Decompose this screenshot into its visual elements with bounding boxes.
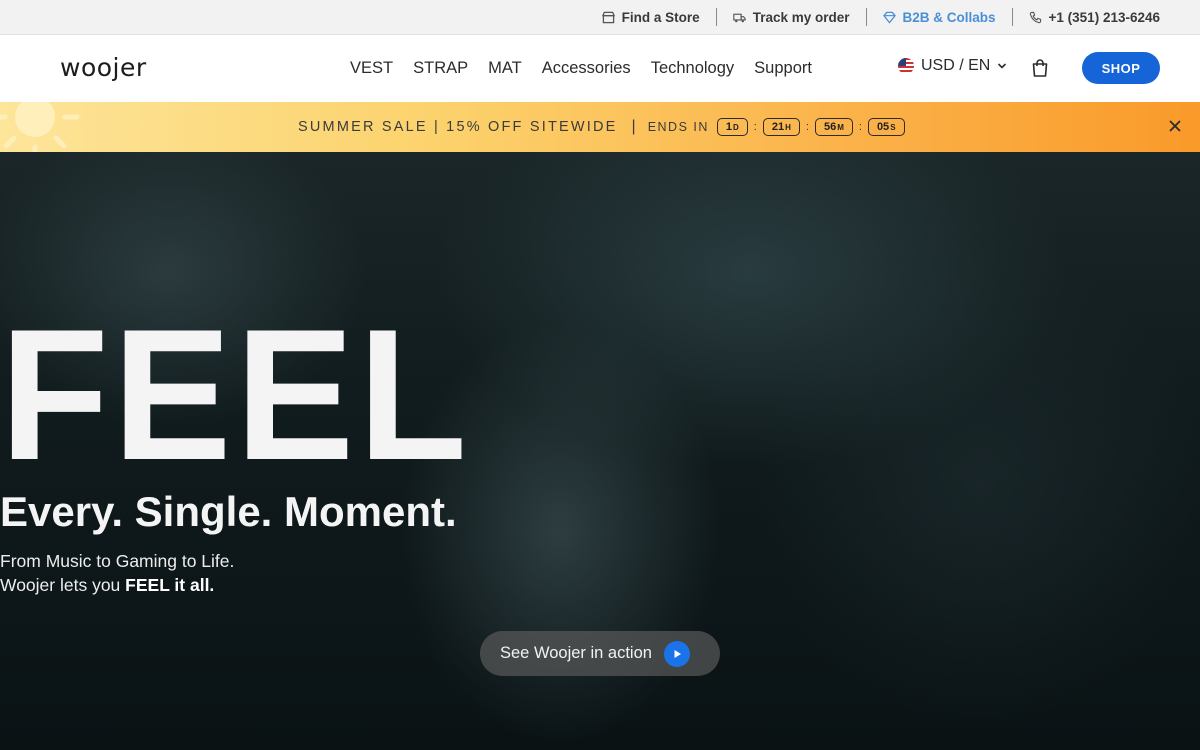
promo-content: SUMMER SALE | 15% OFF SITEWIDE | ENDS IN… [298, 102, 905, 152]
countdown-separator: : [858, 121, 862, 133]
promo-banner: SUMMER SALE | 15% OFF SITEWIDE | ENDS IN… [0, 102, 1200, 152]
track-order-link[interactable]: Track my order [717, 10, 866, 25]
countdown-hours: 21 H [762, 118, 800, 136]
promo-divider: | [631, 118, 636, 135]
main-nav: woojer VEST STRAP MAT Accessories Techno… [0, 35, 1200, 102]
countdown-separator: : [753, 121, 757, 133]
find-store-link[interactable]: Find a Store [586, 10, 716, 25]
us-flag-icon [898, 58, 914, 74]
countdown-seconds: 05 S [867, 118, 905, 136]
nav-item-support[interactable]: Support [754, 59, 812, 78]
woojer-logo[interactable]: woojer [60, 53, 147, 82]
countdown-minutes: 56 M [814, 118, 853, 136]
diamond-icon [882, 11, 896, 24]
countdown-days: 1D [716, 118, 748, 136]
nav-item-mat[interactable]: MAT [488, 59, 522, 78]
countdown-separator: : [805, 121, 809, 133]
nav-menu: VEST STRAP MAT Accessories Technology Su… [350, 35, 812, 102]
sun-icon [0, 102, 80, 152]
find-store-label: Find a Store [621, 9, 700, 25]
chevron-down-icon [998, 63, 1007, 69]
close-icon[interactable] [1168, 119, 1182, 133]
cart-icon[interactable] [1030, 58, 1050, 78]
b2b-collabs-link[interactable]: B2B & Collabs [867, 10, 1012, 25]
promo-text: SUMMER SALE | 15% OFF SITEWIDE [298, 119, 618, 135]
hero-section: FEEL Every. Single. Moment. From Music t… [0, 152, 1200, 750]
nav-item-accessories[interactable]: Accessories [542, 59, 631, 78]
currency-language-selector[interactable]: USD / EN [898, 57, 1007, 75]
hero-headline: FEEL [0, 290, 471, 499]
track-order-label: Track my order [752, 9, 850, 25]
phone-icon [1029, 11, 1041, 23]
see-in-action-button[interactable]: See Woojer in action [480, 631, 720, 676]
hero-subtext-line1: From Music to Gaming to Life. [0, 551, 235, 571]
truck-icon [732, 13, 746, 22]
nav-item-vest[interactable]: VEST [350, 59, 393, 78]
utility-bar: Find a Store Track my order B2B & Collab… [0, 0, 1200, 35]
store-icon [601, 11, 615, 23]
phone-number: +1 (351) 213-6246 [1048, 9, 1160, 25]
phone-link[interactable]: +1 (351) 213-6246 [1013, 10, 1160, 25]
hero-tagline: Every. Single. Moment. [0, 488, 457, 535]
play-icon [663, 640, 690, 667]
nav-item-strap[interactable]: STRAP [413, 59, 468, 78]
hero-subtext-line2: Woojer lets you FEEL it all. [0, 575, 215, 595]
shop-button[interactable]: SHOP [1082, 52, 1160, 84]
ends-in-label: ENDS IN [647, 120, 709, 134]
locale-label: USD / EN [921, 57, 991, 74]
cta-label: See Woojer in action [500, 644, 652, 662]
b2b-label: B2B & Collabs [902, 9, 996, 25]
nav-item-technology[interactable]: Technology [651, 59, 734, 78]
